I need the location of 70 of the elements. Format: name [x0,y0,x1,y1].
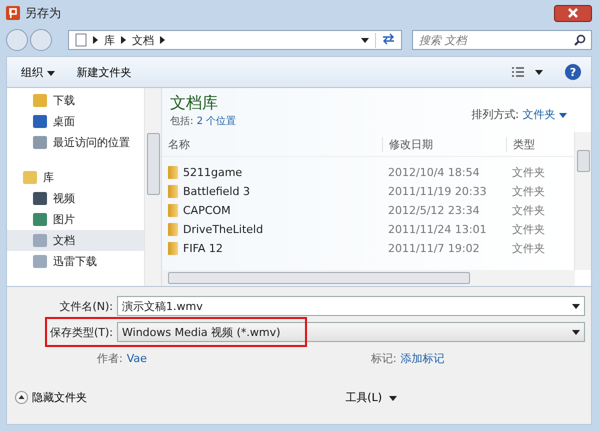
table-cell-text: 2011/11/24 13:01 [387,223,488,236]
sidebar-item[interactable]: 下载 [7,90,144,111]
window-title: 另存为 [25,4,61,22]
caret-icon [559,113,567,118]
file-name[interactable]: CAPCOM [183,204,231,217]
search-field[interactable]: 搜索 文档 [412,30,592,50]
caret-icon [572,304,580,308]
caret-icon [46,70,54,76]
table-cell-text: 文件夹 [511,241,546,256]
table-cell-text: 文件夹 [511,184,546,199]
app-icon [6,6,20,20]
breadcrumb-item[interactable]: 库 [104,32,115,48]
document-icon [75,33,87,47]
table-cell-text: 2011/11/19 20:33 [387,185,488,198]
column-header[interactable]: 类型 [506,136,566,152]
caret-icon[interactable] [361,38,369,42]
sidebar-item[interactable]: 文档 [7,230,144,251]
sidebar-item[interactable]: 迅雷下载 [7,251,144,272]
sort-label: 排列方式: [471,108,519,121]
table-cell-text: 2012/5/12 23:34 [387,204,481,217]
search-icon [574,34,586,46]
new-folder-button[interactable]: 新建文件夹 [70,62,138,82]
includes-label: 包括: [170,116,194,127]
refresh-icon[interactable] [382,32,395,44]
sort-dropdown[interactable]: 文件夹 [522,108,567,121]
chevron-icon[interactable] [93,36,98,44]
close-button[interactable] [554,4,592,22]
breadcrumb-item[interactable]: 文档 [132,32,154,48]
table-cell-text: 文件夹 [511,222,546,237]
file-name[interactable]: 5211game [183,166,242,179]
caret-icon [572,330,580,334]
file-name[interactable]: FIFA 12 [183,242,223,255]
view-icon[interactable] [511,66,525,78]
sidebar-item[interactable]: 最近访问的位置 [7,132,144,153]
collapse-icon [15,391,28,404]
sidebar-item[interactable]: 视频 [7,188,144,209]
locations-link[interactable]: 2 个位置 [196,116,236,127]
library-title: 文档库 [170,93,219,114]
sidebar-item[interactable]: 库 [7,167,144,188]
column-header[interactable]: 修改日期 [382,136,506,152]
address-bar[interactable]: 库 文档 [68,30,402,50]
save-type-dropdown[interactable]: Windows Media 视频 (*.wmv) [117,322,585,342]
chevron-icon[interactable] [121,36,126,44]
scrollbar[interactable] [144,88,161,286]
caret-icon[interactable] [535,70,543,74]
tools-button[interactable]: 工具(L) [339,389,403,406]
sidebar-item[interactable]: 桌面 [7,111,144,132]
organize-button[interactable]: 组织 [15,62,60,82]
file-name[interactable]: DriveTheLiteld [183,223,264,236]
table-cell-text: 文件夹 [511,165,546,180]
table-cell-text: 2011/11/7 19:02 [387,242,481,255]
close-icon [567,8,579,18]
column-header[interactable]: 名称 [162,136,382,152]
author-label: 作者: [97,350,123,366]
horizontal-scrollbar[interactable] [162,270,575,286]
table-cell-text: 文件夹 [511,203,546,218]
filename-label: 文件名(N): [58,298,114,314]
table-cell-text: 2012/10/4 18:54 [387,166,481,179]
filename-field[interactable]: 演示文稿1.wmv [117,296,585,316]
chevron-icon[interactable] [160,36,165,44]
sidebar-item[interactable]: 图片 [7,209,144,230]
scrollbar[interactable] [574,132,591,270]
caret-icon [389,396,397,401]
tags-label: 标记: [370,350,397,366]
hide-folders-button[interactable]: 隐藏文件夹 [15,390,87,405]
help-button[interactable]: ? [565,64,581,80]
add-tags-link[interactable]: 添加标记 [400,350,445,366]
author-value[interactable]: Vae [126,352,147,364]
save-type-label: 保存类型(T): [48,324,114,340]
file-name[interactable]: Battlefield 3 [183,185,250,198]
